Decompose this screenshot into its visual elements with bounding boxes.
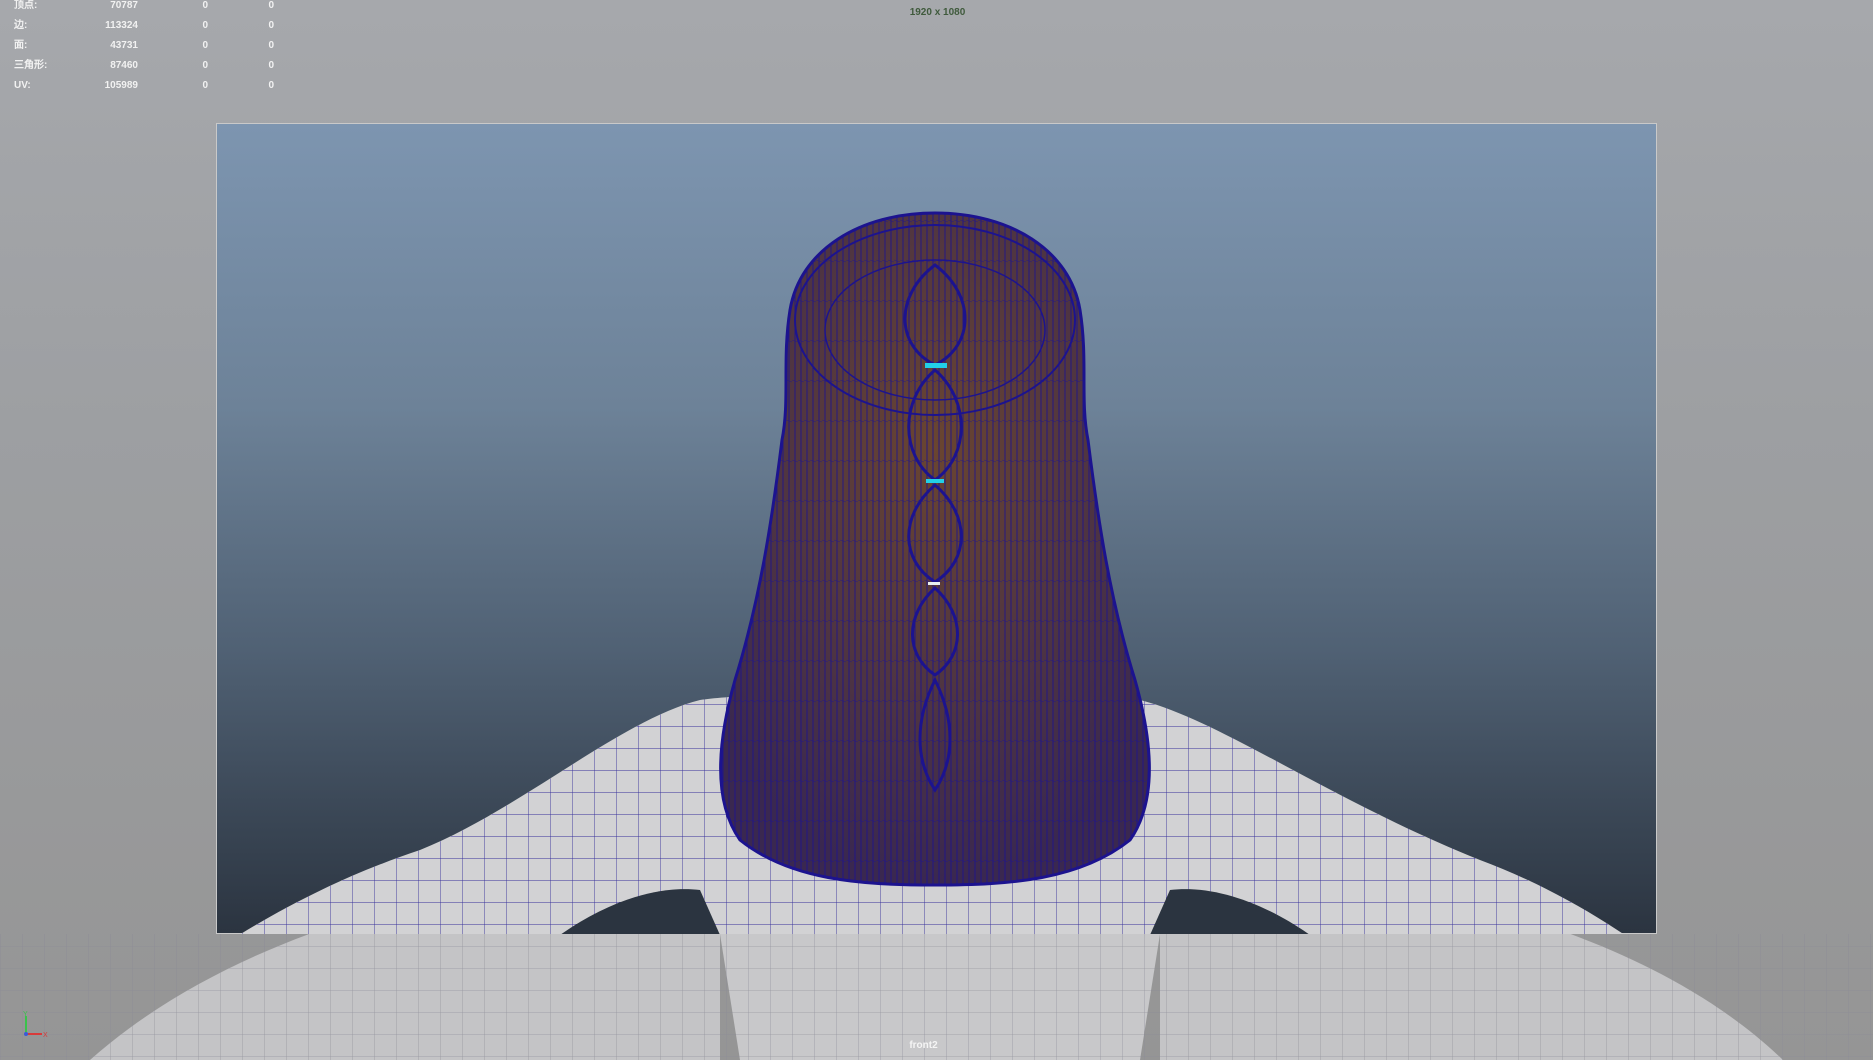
hud-value: 0 xyxy=(202,80,208,91)
hud-value: 105989 xyxy=(104,80,138,91)
hair-mesh xyxy=(719,211,1151,887)
hud-value: 87460 xyxy=(110,60,138,71)
camera-name-label: front2 xyxy=(909,1040,938,1051)
axis-x-label: X xyxy=(43,1032,48,1039)
hud-value: 70787 xyxy=(110,0,138,11)
hud-value: 0 xyxy=(202,40,208,51)
hud-label: 三角形: xyxy=(14,60,48,71)
axis-gizmo-icon: Y X xyxy=(23,1011,48,1039)
hud-label: 边: xyxy=(14,20,28,31)
hud-label: 面: xyxy=(14,40,28,51)
hud-value: 0 xyxy=(268,0,274,11)
hud-value: 0 xyxy=(268,60,274,71)
hud-value: 0 xyxy=(268,80,274,91)
hair-tie-highlight xyxy=(928,582,940,585)
hud-value: 113324 xyxy=(105,20,138,31)
hud-label: UV: xyxy=(14,80,31,91)
maya-viewport[interactable]: 顶点: 70787 0 0 边: 113324 0 0 面: 43731 0 0 三角形: 87460 0 0… xyxy=(0,0,1873,1060)
hud-label: 顶点: xyxy=(14,0,38,11)
hair-tie-highlight xyxy=(925,363,947,368)
resolution-label: 1920 x 1080 xyxy=(909,7,966,18)
hud-value: 0 xyxy=(202,0,208,11)
scene-render[interactable] xyxy=(0,0,1873,1060)
hair-tie-highlight xyxy=(926,479,944,483)
hud-value: 0 xyxy=(268,20,274,31)
hud-value: 0 xyxy=(202,60,208,71)
axis-y-label: Y xyxy=(23,1011,28,1018)
hud-value: 0 xyxy=(202,20,208,31)
hud-value: 0 xyxy=(268,40,274,51)
hud-value: 43731 xyxy=(110,40,138,51)
